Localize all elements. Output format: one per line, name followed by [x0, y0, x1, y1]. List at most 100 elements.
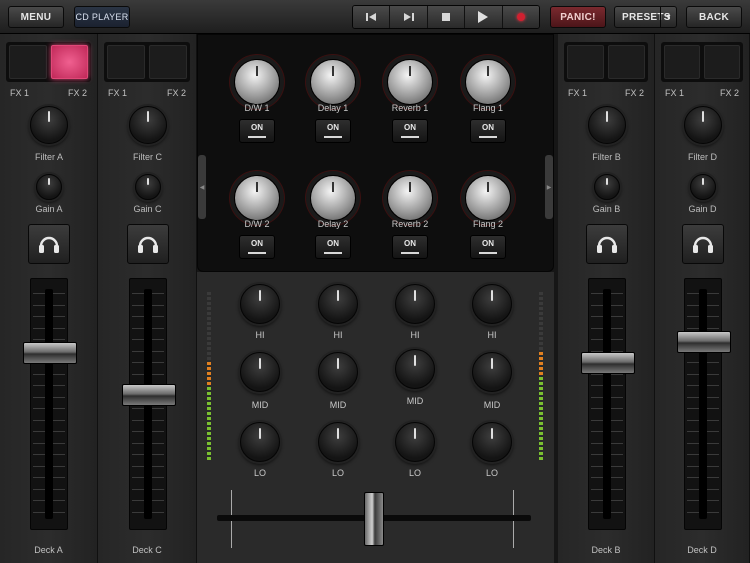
fx1-pad[interactable]: [567, 45, 604, 79]
eq-lo-label: LO: [408, 468, 421, 478]
headphone-cue-button[interactable]: [126, 224, 169, 264]
eq-lo-knob[interactable]: [395, 422, 435, 462]
vu-segment: [539, 372, 543, 375]
gain-knob[interactable]: [593, 174, 620, 200]
fader-cap[interactable]: [676, 331, 731, 353]
eq-lo-knob[interactable]: [318, 422, 358, 462]
filter-knob[interactable]: [128, 106, 167, 144]
vu-segment: [539, 342, 543, 345]
fx-knob[interactable]: [234, 175, 280, 221]
fx-on-button[interactable]: ON: [315, 235, 351, 259]
crossfader-handle[interactable]: [364, 492, 384, 546]
fader-cap[interactable]: [23, 341, 77, 364]
eq-mid-knob[interactable]: [395, 349, 435, 389]
fx-knob-label: D/W 1: [244, 103, 270, 113]
fx-knob[interactable]: [310, 59, 356, 105]
vu-segment: [207, 297, 211, 300]
play-button[interactable]: [465, 6, 503, 28]
skip-back-icon: [366, 13, 377, 21]
channel-fader[interactable]: [121, 278, 176, 530]
fader-cap[interactable]: [121, 383, 176, 406]
fx2-pad[interactable]: [704, 45, 740, 79]
fx-knob[interactable]: [234, 59, 280, 105]
deck-label: Deck A: [34, 545, 63, 555]
fx-knob[interactable]: [465, 175, 511, 221]
eq-mid-knob[interactable]: [240, 352, 280, 392]
fx2-pad[interactable]: [50, 45, 88, 79]
fx2-pad[interactable]: [608, 45, 645, 79]
fx-pads: [6, 42, 91, 82]
fx1-pad[interactable]: [9, 45, 47, 79]
gain-label: Gain C: [133, 204, 162, 214]
skip-back-button[interactable]: [353, 6, 391, 28]
vu-segment: [207, 342, 211, 345]
eq-lo-knob[interactable]: [472, 422, 512, 462]
vu-segment: [539, 437, 543, 440]
headphones-icon: [692, 236, 713, 253]
fx1-pad[interactable]: [107, 45, 145, 79]
back-button[interactable]: BACK: [686, 6, 742, 28]
vu-segment: [207, 402, 211, 405]
eq-hi-label: HI: [410, 330, 420, 340]
channel-fader[interactable]: [23, 278, 77, 530]
eq-hi-knob[interactable]: [318, 284, 358, 324]
vu-segment: [539, 382, 543, 385]
chevron-left-icon: ◀: [199, 184, 205, 191]
vu-segment: [207, 377, 211, 380]
fx-panel-right-tab[interactable]: ▶: [545, 155, 553, 219]
fx-knob[interactable]: [387, 175, 433, 221]
filter-knob[interactable]: [683, 106, 722, 144]
gain-knob[interactable]: [134, 174, 161, 200]
fx-on-button[interactable]: ON: [315, 119, 351, 143]
fx-on-button[interactable]: ON: [392, 119, 428, 143]
fx1-pad[interactable]: [664, 45, 700, 79]
channel-fader[interactable]: [580, 278, 635, 530]
fader-slot: [698, 289, 707, 519]
fx-knob[interactable]: [387, 59, 433, 105]
eq-hi-knob[interactable]: [240, 284, 280, 324]
filter-knob[interactable]: [30, 106, 68, 144]
eq-mid-knob[interactable]: [318, 352, 358, 392]
fx-panel-left-tab[interactable]: ◀: [198, 155, 206, 219]
eq-mid-label: MID: [406, 396, 424, 406]
presets-button[interactable]: PRESETS ▼: [614, 6, 677, 28]
eq-mid-knob[interactable]: [472, 352, 512, 392]
fx-on-button[interactable]: ON: [470, 235, 506, 259]
eq-mid-label: MID: [329, 400, 347, 410]
fx-knob[interactable]: [310, 175, 356, 221]
headphone-cue-button[interactable]: [585, 224, 628, 264]
eq-lo-knob[interactable]: [240, 422, 280, 462]
vu-segment: [539, 402, 543, 405]
eq-hi-knob[interactable]: [395, 284, 435, 324]
fx-knob[interactable]: [465, 59, 511, 105]
eq-hi-knob[interactable]: [472, 284, 512, 324]
menu-button[interactable]: MENU: [8, 6, 64, 28]
fx-on-button[interactable]: ON: [392, 235, 428, 259]
skip-forward-button[interactable]: [390, 6, 428, 28]
fader-cap[interactable]: [580, 352, 635, 374]
stop-button[interactable]: [427, 6, 466, 28]
channel-fader[interactable]: [676, 278, 731, 530]
fx2-pad[interactable]: [149, 45, 187, 79]
fx-on-button[interactable]: ON: [239, 119, 275, 143]
panic-button[interactable]: PANIC!: [550, 6, 606, 28]
vu-segment: [539, 447, 543, 450]
fx-on-button[interactable]: ON: [239, 235, 275, 259]
eq-mid-label: MID: [251, 400, 269, 410]
cd-player-button[interactable]: CD PLAYER: [74, 6, 130, 28]
headphone-cue-button[interactable]: [681, 224, 724, 264]
skip-forward-icon: [403, 13, 414, 21]
gain-knob[interactable]: [689, 174, 716, 200]
vu-segment: [539, 327, 543, 330]
fx-on-button[interactable]: ON: [470, 119, 506, 143]
gain-knob[interactable]: [36, 174, 62, 200]
stop-icon: [442, 13, 451, 21]
vu-segment: [207, 392, 211, 395]
transport-controls: [352, 5, 540, 29]
play-icon: [478, 11, 489, 23]
record-button[interactable]: [502, 6, 539, 28]
eq-lo-label: LO: [485, 468, 498, 478]
vu-segment: [539, 417, 543, 420]
filter-knob[interactable]: [587, 106, 626, 144]
headphone-cue-button[interactable]: [28, 224, 70, 264]
